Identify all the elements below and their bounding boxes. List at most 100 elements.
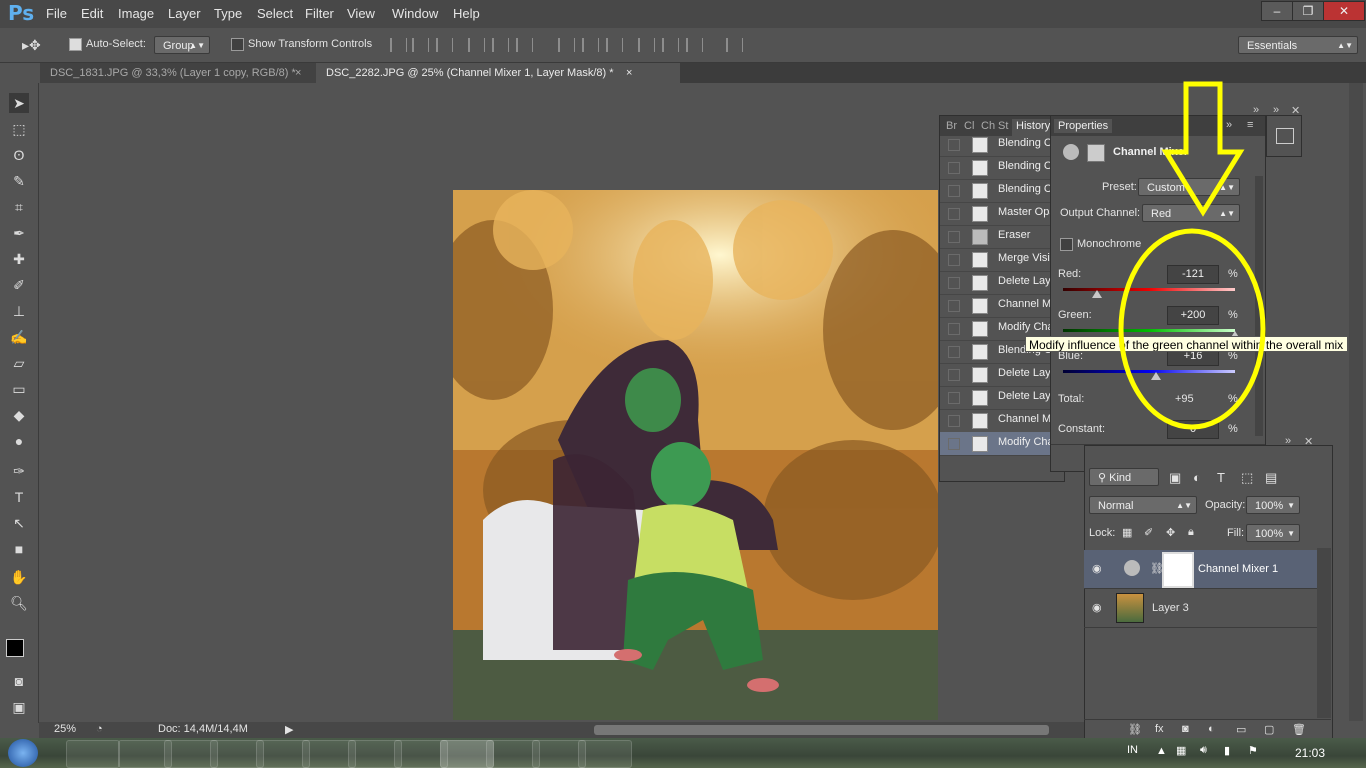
close-button[interactable]: ✕: [1323, 1, 1365, 21]
tab-dsc-2282[interactable]: DSC_2282.JPG @ 25% (Channel Mixer 1, Lay…: [316, 63, 680, 83]
align-right-icon[interactable]: [516, 38, 533, 52]
pen-tool-icon[interactable]: ✑: [9, 461, 29, 481]
menu-file[interactable]: File: [46, 6, 67, 21]
blur-tool-icon[interactable]: ◆: [9, 405, 29, 425]
history-source-checkbox[interactable]: [948, 185, 960, 197]
lock-transparent-icon[interactable]: ▦: [1122, 526, 1132, 539]
distribute-left-icon[interactable]: [638, 38, 655, 52]
history-source-checkbox[interactable]: [948, 277, 960, 289]
fill-field[interactable]: 100% ▼: [1246, 524, 1300, 542]
zoom-tool-icon[interactable]: 🔍︎: [9, 593, 29, 613]
layer-name[interactable]: Channel Mixer 1: [1198, 563, 1278, 575]
history-source-checkbox[interactable]: [948, 254, 960, 266]
history-source-checkbox[interactable]: [948, 139, 960, 151]
type-tool-icon[interactable]: T: [9, 487, 29, 507]
eyedropper-tool-icon[interactable]: ✒: [9, 223, 29, 243]
minimize-button[interactable]: –: [1261, 1, 1293, 21]
history-source-checkbox[interactable]: [948, 231, 960, 243]
volume-icon[interactable]: 🔊︎: [1200, 744, 1207, 757]
lock-all-icon[interactable]: 🔒︎: [1188, 526, 1194, 539]
tab-clone[interactable]: Cl: [964, 120, 974, 132]
tab-dsc-1831[interactable]: DSC_1831.JPG @ 33,3% (Layer 1 copy, RGB/…: [40, 63, 316, 83]
add-mask-icon[interactable]: ◙: [1182, 723, 1189, 735]
crop-tool-icon[interactable]: ⌗: [9, 197, 29, 217]
battery-icon[interactable]: ▮: [1224, 744, 1230, 757]
new-layer-icon[interactable]: ▢: [1264, 723, 1274, 736]
quick-select-tool-icon[interactable]: ✎: [9, 171, 29, 191]
workspace-dropdown[interactable]: Essentials ▲▼: [1238, 36, 1358, 54]
history-item[interactable]: Blending Cl: [940, 133, 1054, 157]
history-source-checkbox[interactable]: [948, 162, 960, 174]
stamp-tool-icon[interactable]: ⊥: [9, 301, 29, 321]
auto-align-icon[interactable]: [726, 38, 743, 52]
history-source-checkbox[interactable]: [948, 438, 960, 450]
tab-brushes[interactable]: Br: [946, 120, 957, 132]
history-item[interactable]: Eraser: [940, 225, 1050, 249]
distribute-right-icon[interactable]: [686, 38, 703, 52]
history-source-checkbox[interactable]: [948, 415, 960, 427]
menu-view[interactable]: View: [347, 6, 375, 21]
history-source-checkbox[interactable]: [948, 369, 960, 381]
distribute-top-icon[interactable]: [558, 38, 575, 52]
history-source-checkbox[interactable]: [948, 300, 960, 312]
history-item[interactable]: Channel Mi: [940, 294, 1054, 318]
new-adjustment-icon[interactable]: ◐: [1208, 723, 1215, 735]
brush-tool-icon[interactable]: ✐: [9, 275, 29, 295]
auto-select-checkbox[interactable]: [69, 38, 82, 51]
history-brush-icon[interactable]: ✍: [9, 327, 29, 347]
horizontal-scrollbar[interactable]: [594, 725, 1049, 735]
layers-scrollbar[interactable]: [1317, 548, 1331, 718]
history-item[interactable]: Blending Cl: [940, 179, 1054, 203]
show-transform-checkbox[interactable]: [231, 38, 244, 51]
menu-filter[interactable]: Filter: [305, 6, 334, 21]
action-center-icon[interactable]: ⚑: [1248, 744, 1258, 757]
shape-tool-icon[interactable]: ■: [9, 539, 29, 559]
history-item[interactable]: Master Opa: [940, 202, 1055, 226]
lock-position-icon[interactable]: ✥: [1166, 526, 1175, 539]
hand-tool-icon[interactable]: ✋: [9, 567, 29, 587]
align-top-icon[interactable]: [390, 38, 407, 52]
history-source-checkbox[interactable]: [948, 323, 960, 335]
history-item[interactable]: Delete Laye: [940, 271, 1057, 295]
menu-select[interactable]: Select: [257, 6, 293, 21]
layer-row-layer-3[interactable]: ◉ Layer 3: [1084, 589, 1317, 628]
panel-close-icon[interactable]: ✕: [1291, 104, 1300, 117]
distribute-bottom-icon[interactable]: [606, 38, 623, 52]
menu-edit[interactable]: Edit: [81, 6, 103, 21]
new-group-icon[interactable]: ▭: [1236, 723, 1246, 736]
type-filter-icon[interactable]: T: [1217, 470, 1225, 485]
filter-kind-dropdown[interactable]: ⚲ Kind: [1089, 468, 1159, 486]
eye-icon[interactable]: ◉: [1092, 562, 1102, 575]
document-photo[interactable]: [453, 190, 938, 720]
language-indicator[interactable]: IN: [1127, 744, 1138, 756]
tray-expand-icon[interactable]: ▲: [1156, 745, 1167, 757]
menu-help[interactable]: Help: [453, 6, 480, 21]
eye-icon[interactable]: ◉: [1092, 601, 1102, 614]
menu-layer[interactable]: Layer: [168, 6, 201, 21]
history-source-checkbox[interactable]: [948, 208, 960, 220]
layer-thumbnail[interactable]: [1116, 593, 1144, 623]
distribute-vcenter-icon[interactable]: [582, 38, 599, 52]
history-source-checkbox[interactable]: [948, 346, 960, 358]
pixel-filter-icon[interactable]: ▣: [1169, 470, 1181, 486]
align-hcenter-icon[interactable]: [492, 38, 509, 52]
layer-mask-thumbnail[interactable]: [1162, 552, 1194, 588]
lock-pixels-icon[interactable]: ✐: [1144, 526, 1153, 539]
clock[interactable]: 21:03: [1295, 746, 1325, 760]
start-button[interactable]: [8, 739, 38, 767]
auto-select-dropdown[interactable]: Group ▲▼: [154, 36, 210, 54]
history-item[interactable]: Blending Cl: [940, 156, 1054, 180]
close-icon[interactable]: ×: [626, 63, 632, 83]
layer-row-channel-mixer[interactable]: ◉ ⛓ Channel Mixer 1: [1084, 550, 1317, 589]
align-left-icon[interactable]: [468, 38, 485, 52]
history-item[interactable]: Delete Laye: [940, 363, 1057, 387]
panel-close-icon[interactable]: ✕: [1304, 435, 1313, 448]
window-scrollbar[interactable]: [1349, 83, 1363, 721]
layer-name[interactable]: Layer 3: [1152, 602, 1189, 614]
opacity-field[interactable]: 100% ▼: [1246, 496, 1300, 514]
move-tool-icon[interactable]: ▸✥: [22, 37, 41, 54]
gradient-tool-icon[interactable]: ▭: [9, 379, 29, 399]
history-item[interactable]: Channel Mi: [940, 409, 1054, 433]
marquee-tool-icon[interactable]: ⬚: [9, 119, 29, 139]
dodge-tool-icon[interactable]: ●: [9, 431, 29, 451]
